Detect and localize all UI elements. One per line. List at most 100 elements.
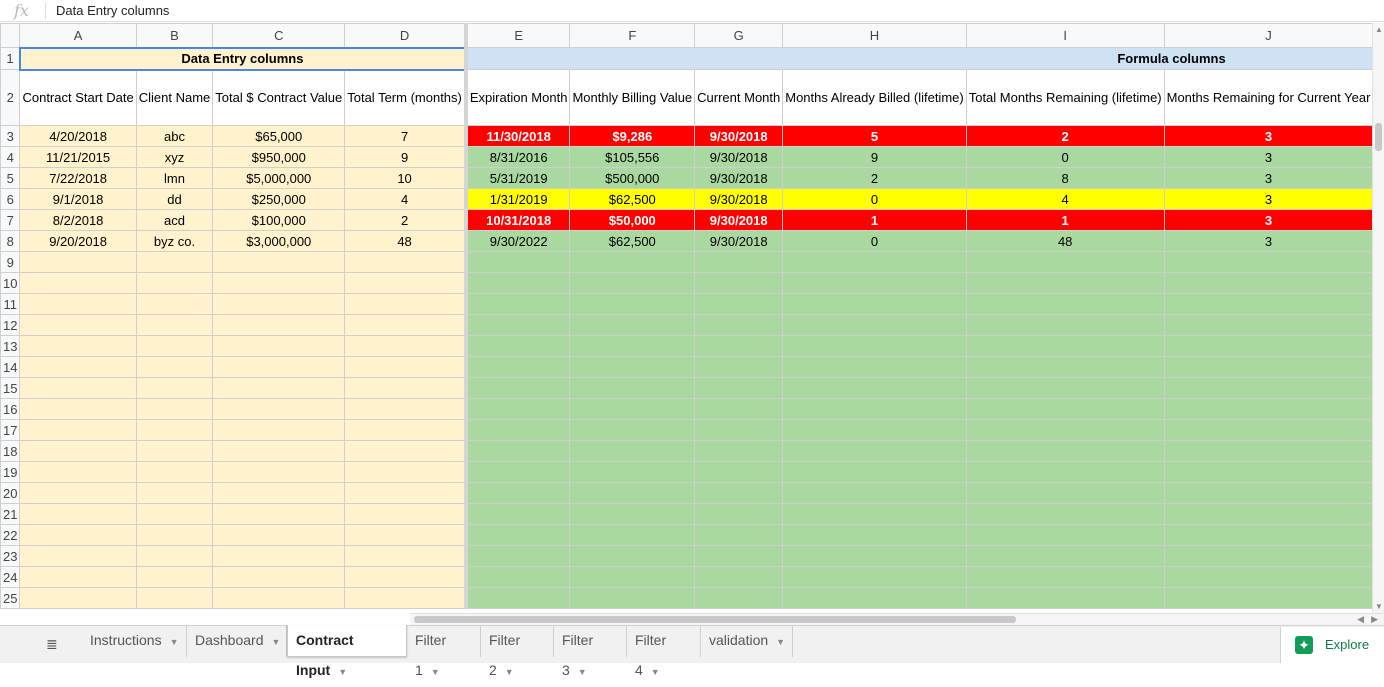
empty-cell[interactable]: [965, 545, 1165, 567]
cell-g[interactable]: 9/30/2018: [694, 209, 784, 231]
header-cell-a[interactable]: Contract Start Date: [19, 69, 137, 126]
cell-i[interactable]: 48: [965, 230, 1165, 252]
scroll-right-icon[interactable]: ▶: [1371, 614, 1378, 625]
row-header[interactable]: 3: [0, 125, 21, 147]
cell-f[interactable]: $50,000: [569, 209, 696, 231]
caret-down-icon[interactable]: ▼: [578, 667, 587, 677]
empty-cell[interactable]: [1163, 545, 1372, 567]
empty-cell[interactable]: [135, 503, 214, 525]
empty-cell[interactable]: [19, 587, 137, 609]
empty-cell[interactable]: [569, 524, 696, 546]
empty-cell[interactable]: [1163, 356, 1372, 378]
cell-h[interactable]: 9: [782, 146, 967, 168]
empty-cell[interactable]: [212, 398, 346, 420]
empty-cell[interactable]: [782, 482, 967, 504]
cell-c[interactable]: $3,000,000: [212, 230, 346, 252]
empty-cell[interactable]: [965, 272, 1165, 294]
column-header[interactable]: H: [782, 23, 967, 48]
cell-g[interactable]: 9/30/2018: [694, 125, 784, 147]
empty-cell[interactable]: [212, 461, 346, 483]
empty-cell[interactable]: [465, 566, 571, 588]
empty-cell[interactable]: [344, 545, 468, 567]
empty-cell[interactable]: [465, 314, 571, 336]
row-header[interactable]: 9: [0, 251, 21, 273]
formula-input[interactable]: Data Entry columns: [56, 3, 169, 18]
empty-cell[interactable]: [782, 461, 967, 483]
vertical-scrollbar[interactable]: ▲ ▼: [1372, 23, 1384, 613]
header-cell-j[interactable]: Months Remaining for Current Year: [1163, 69, 1372, 126]
empty-cell[interactable]: [344, 587, 468, 609]
cell-e[interactable]: 1/31/2019: [465, 188, 571, 210]
empty-cell[interactable]: [465, 524, 571, 546]
row-header[interactable]: 14: [0, 356, 21, 378]
cell-e[interactable]: 10/31/2018: [465, 209, 571, 231]
empty-cell[interactable]: [212, 251, 346, 273]
empty-cell[interactable]: [965, 587, 1165, 609]
empty-cell[interactable]: [465, 419, 571, 441]
empty-cell[interactable]: [694, 440, 784, 462]
empty-cell[interactable]: [135, 587, 214, 609]
caret-down-icon[interactable]: ▼: [170, 637, 179, 647]
cell-f[interactable]: $105,556: [569, 146, 696, 168]
empty-cell[interactable]: [965, 377, 1165, 399]
row-header[interactable]: 23: [0, 545, 21, 567]
empty-cell[interactable]: [135, 377, 214, 399]
row-header[interactable]: 11: [0, 293, 21, 315]
column-header[interactable]: A: [19, 23, 137, 48]
empty-cell[interactable]: [344, 335, 468, 357]
header-cell-h[interactable]: Months Already Billed (lifetime): [782, 69, 967, 126]
cell-h[interactable]: 5: [782, 125, 967, 147]
spreadsheet-grid[interactable]: ABCDEFGHIJKL1Data Entry columnsFormula c…: [0, 23, 1372, 613]
tab-filter-2[interactable]: Filter 2 ▼: [481, 625, 554, 678]
row-header[interactable]: 13: [0, 335, 21, 357]
empty-cell[interactable]: [1163, 524, 1372, 546]
empty-cell[interactable]: [465, 398, 571, 420]
empty-cell[interactable]: [782, 293, 967, 315]
empty-cell[interactable]: [19, 419, 137, 441]
row-header[interactable]: 17: [0, 419, 21, 441]
empty-cell[interactable]: [19, 251, 137, 273]
tab-dashboard[interactable]: Dashboard ▼: [187, 625, 287, 657]
empty-cell[interactable]: [782, 566, 967, 588]
cell-c[interactable]: $5,000,000: [212, 167, 346, 189]
empty-cell[interactable]: [569, 335, 696, 357]
empty-cell[interactable]: [965, 461, 1165, 483]
cell-b[interactable]: xyz: [135, 146, 214, 168]
cell-f[interactable]: $62,500: [569, 188, 696, 210]
empty-cell[interactable]: [694, 566, 784, 588]
empty-cell[interactable]: [212, 419, 346, 441]
cell-b[interactable]: dd: [135, 188, 214, 210]
empty-cell[interactable]: [135, 356, 214, 378]
empty-cell[interactable]: [344, 566, 468, 588]
column-header[interactable]: I: [965, 23, 1165, 48]
empty-cell[interactable]: [1163, 566, 1372, 588]
empty-cell[interactable]: [965, 524, 1165, 546]
row-header[interactable]: 8: [0, 230, 21, 252]
caret-down-icon[interactable]: ▼: [338, 667, 347, 677]
cell-g[interactable]: 9/30/2018: [694, 230, 784, 252]
row-header[interactable]: 15: [0, 377, 21, 399]
empty-cell[interactable]: [344, 419, 468, 441]
empty-cell[interactable]: [1163, 398, 1372, 420]
empty-cell[interactable]: [212, 314, 346, 336]
column-header[interactable]: B: [135, 23, 214, 48]
empty-cell[interactable]: [19, 524, 137, 546]
data-entry-title-cell[interactable]: Data Entry columns: [18, 46, 468, 71]
empty-cell[interactable]: [465, 356, 571, 378]
cell-i[interactable]: 1: [965, 209, 1165, 231]
tab-filter-4[interactable]: Filter 4 ▼: [627, 625, 701, 678]
empty-cell[interactable]: [135, 482, 214, 504]
empty-cell[interactable]: [135, 335, 214, 357]
empty-cell[interactable]: [465, 545, 571, 567]
empty-cell[interactable]: [694, 419, 784, 441]
empty-cell[interactable]: [465, 251, 571, 273]
empty-cell[interactable]: [694, 461, 784, 483]
caret-down-icon[interactable]: ▼: [505, 667, 514, 677]
empty-cell[interactable]: [19, 293, 137, 315]
column-header[interactable]: F: [569, 23, 696, 48]
empty-cell[interactable]: [19, 335, 137, 357]
empty-cell[interactable]: [965, 251, 1165, 273]
caret-down-icon[interactable]: ▼: [776, 637, 785, 647]
header-cell-e[interactable]: Expiration Month: [465, 69, 571, 126]
cell-d[interactable]: 9: [344, 146, 468, 168]
